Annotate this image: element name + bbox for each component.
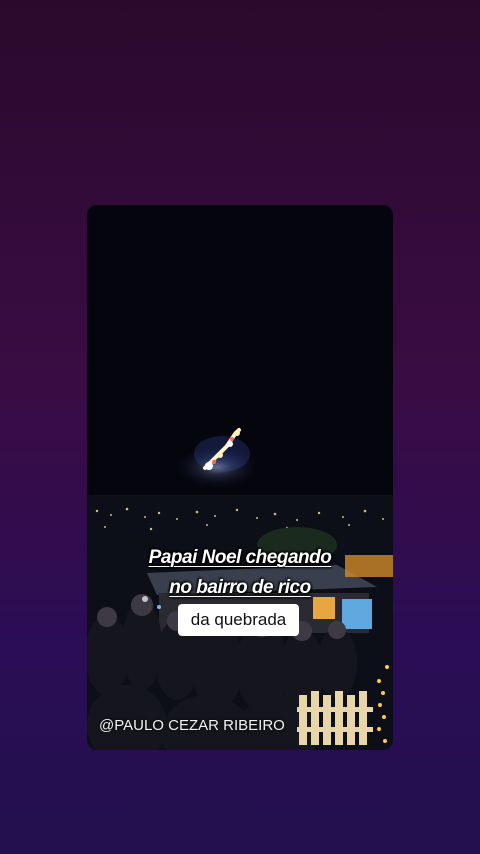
creator-credit: @PAULO CEZAR RIBEIRO bbox=[99, 717, 285, 734]
caption-line-1: Papai Noel chegando bbox=[148, 547, 332, 568]
caption-line-2: no bairro de rico bbox=[169, 577, 311, 598]
video-player[interactable]: Papai Noel chegando no bairro de rico da… bbox=[87, 205, 393, 750]
flying-sleigh-lights bbox=[194, 428, 250, 472]
caption-highlight: da quebrada bbox=[178, 604, 299, 636]
